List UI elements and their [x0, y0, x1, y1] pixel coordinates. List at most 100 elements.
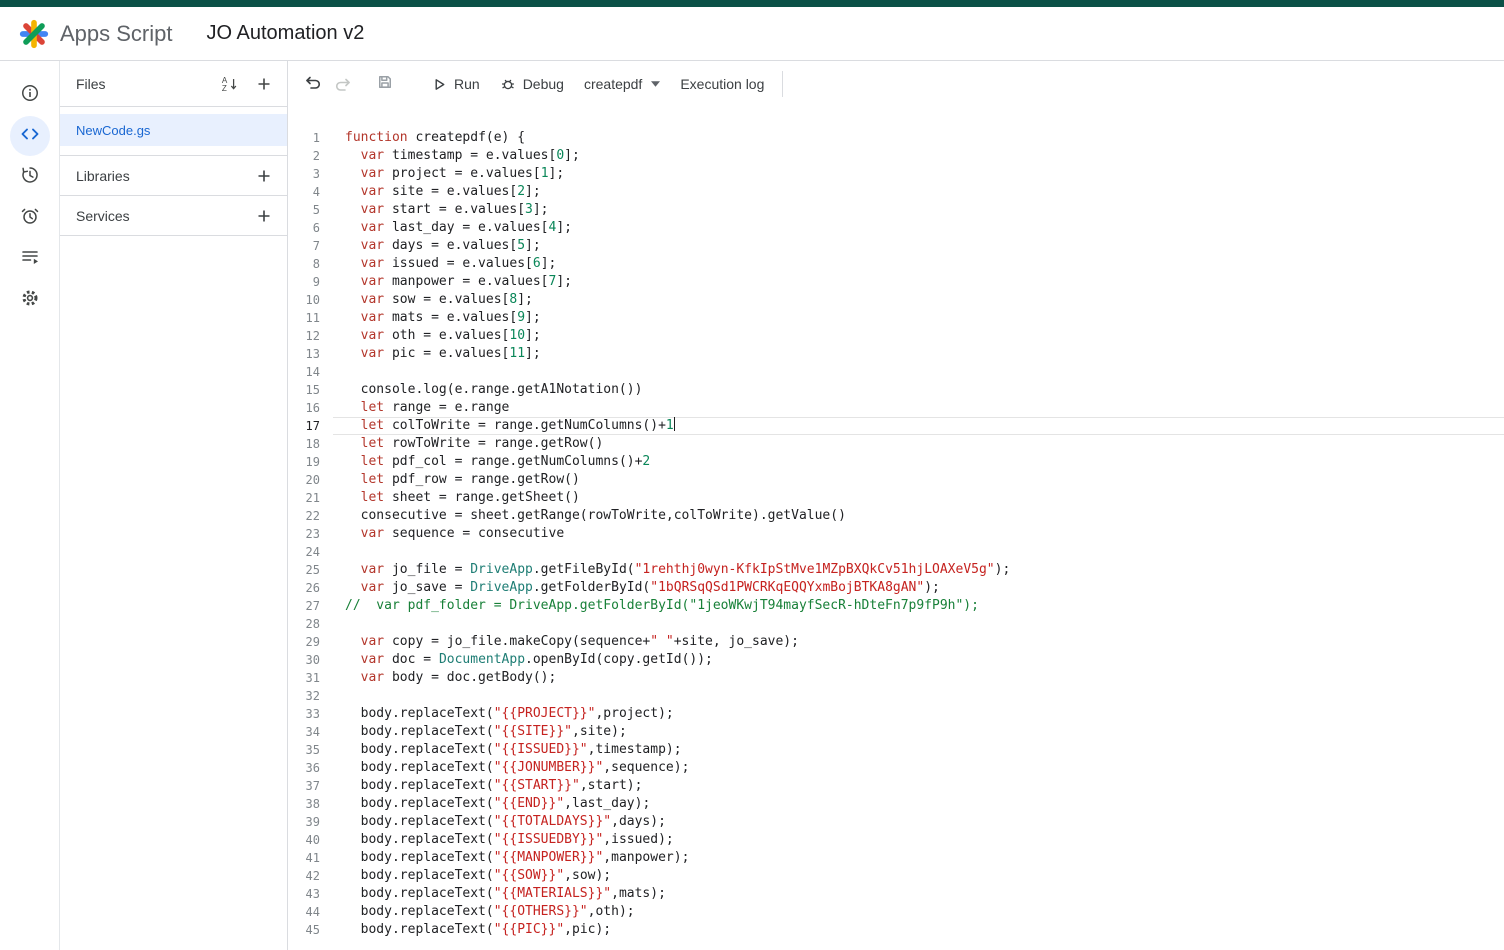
code-line-text[interactable]: body.replaceText("{{ISSUED}}",timestamp)…	[333, 741, 1504, 759]
code-line-text[interactable]: var site = e.values[2];	[333, 183, 1504, 201]
line-number[interactable]: 7	[288, 237, 333, 255]
code-line[interactable]: 28	[288, 615, 1504, 633]
code-line[interactable]: 44 body.replaceText("{{OTHERS}}",oth);	[288, 903, 1504, 921]
add-service-icon[interactable]	[255, 207, 273, 225]
line-number[interactable]: 17	[288, 417, 333, 435]
line-number[interactable]: 39	[288, 813, 333, 831]
line-number[interactable]: 38	[288, 795, 333, 813]
code-line-text[interactable]: body.replaceText("{{END}}",last_day);	[333, 795, 1504, 813]
executions-nav-button[interactable]	[10, 239, 50, 279]
line-number[interactable]: 14	[288, 363, 333, 381]
code-line[interactable]: 11 var mats = e.values[9];	[288, 309, 1504, 327]
code-line-text[interactable]: consecutive = sheet.getRange(rowToWrite,…	[333, 507, 1504, 525]
code-line-text[interactable]: body.replaceText("{{SOW}}",sow);	[333, 867, 1504, 885]
line-number[interactable]: 33	[288, 705, 333, 723]
code-line-text[interactable]: let rowToWrite = range.getRow()	[333, 435, 1504, 453]
code-line-text[interactable]: body.replaceText("{{OTHERS}}",oth);	[333, 903, 1504, 921]
code-line-text[interactable]: var sequence = consecutive	[333, 525, 1504, 543]
line-number[interactable]: 43	[288, 885, 333, 903]
code-line[interactable]: 35 body.replaceText("{{ISSUED}}",timesta…	[288, 741, 1504, 759]
code-line-text[interactable]: let sheet = range.getSheet()	[333, 489, 1504, 507]
code-line-text[interactable]: var mats = e.values[9];	[333, 309, 1504, 327]
code-line[interactable]: 40 body.replaceText("{{ISSUEDBY}}",issue…	[288, 831, 1504, 849]
line-number[interactable]: 12	[288, 327, 333, 345]
code-line-text[interactable]: body.replaceText("{{TOTALDAYS}}",days);	[333, 813, 1504, 831]
line-number[interactable]: 1	[288, 129, 333, 147]
line-number[interactable]: 22	[288, 507, 333, 525]
code-line-text[interactable]	[333, 687, 1504, 705]
code-line[interactable]: 34 body.replaceText("{{SITE}}",site);	[288, 723, 1504, 741]
line-number[interactable]: 10	[288, 291, 333, 309]
run-button[interactable]: Run	[422, 70, 490, 98]
code-line[interactable]: 43 body.replaceText("{{MATERIALS}}",mats…	[288, 885, 1504, 903]
code-line[interactable]: 29 var copy = jo_file.makeCopy(sequence+…	[288, 633, 1504, 651]
code-line-text[interactable]: var pic = e.values[11];	[333, 345, 1504, 363]
add-file-icon[interactable]	[255, 75, 273, 93]
undo-button[interactable]	[298, 69, 328, 99]
add-library-icon[interactable]	[255, 167, 273, 185]
code-line[interactable]: 21 let sheet = range.getSheet()	[288, 489, 1504, 507]
project-history-nav-button[interactable]	[10, 157, 50, 197]
editor-nav-button[interactable]	[9, 116, 50, 156]
code-line-text[interactable]: var sow = e.values[8];	[333, 291, 1504, 309]
code-line-text[interactable]: console.log(e.range.getA1Notation())	[333, 381, 1504, 399]
code-line[interactable]: 10 var sow = e.values[8];	[288, 291, 1504, 309]
redo-button[interactable]	[328, 69, 358, 99]
line-number[interactable]: 29	[288, 633, 333, 651]
code-line-text[interactable]: body.replaceText("{{MATERIALS}}",mats);	[333, 885, 1504, 903]
code-line[interactable]: 18 let rowToWrite = range.getRow()	[288, 435, 1504, 453]
code-editor[interactable]: 1 function createpdf(e) {2 var timestamp …	[288, 107, 1504, 950]
line-number[interactable]: 20	[288, 471, 333, 489]
code-line[interactable]: 7 var days = e.values[5];	[288, 237, 1504, 255]
product-name[interactable]: Apps Script	[60, 21, 173, 47]
line-number[interactable]: 30	[288, 651, 333, 669]
code-line-text[interactable]: var jo_save = DriveApp.getFolderById("1b…	[333, 579, 1504, 597]
line-number[interactable]: 2	[288, 147, 333, 165]
code-line-text[interactable]: var issued = e.values[6];	[333, 255, 1504, 273]
code-line[interactable]: 38 body.replaceText("{{END}}",last_day);	[288, 795, 1504, 813]
code-line[interactable]: 4 var site = e.values[2];	[288, 183, 1504, 201]
code-line[interactable]: 3 var project = e.values[1];	[288, 165, 1504, 183]
code-line[interactable]: 14	[288, 363, 1504, 381]
code-line[interactable]: 31 var body = doc.getBody();	[288, 669, 1504, 687]
code-line[interactable]: 5 var start = e.values[3];	[288, 201, 1504, 219]
code-line[interactable]: 22 consecutive = sheet.getRange(rowToWri…	[288, 507, 1504, 525]
code-line-text[interactable]	[333, 363, 1504, 381]
code-line-text[interactable]	[333, 543, 1504, 561]
line-number[interactable]: 27	[288, 597, 333, 615]
overview-nav-button[interactable]	[10, 75, 50, 115]
code-line-text[interactable]: body.replaceText("{{PIC}}",pic);	[333, 921, 1504, 939]
code-line-text[interactable]: let pdf_row = range.getRow()	[333, 471, 1504, 489]
code-line-text[interactable]: var project = e.values[1];	[333, 165, 1504, 183]
code-line[interactable]: 13 var pic = e.values[11];	[288, 345, 1504, 363]
code-line[interactable]: 37 body.replaceText("{{START}}",start);	[288, 777, 1504, 795]
code-line-text[interactable]: var doc = DocumentApp.openById(copy.getI…	[333, 651, 1504, 669]
line-number[interactable]: 21	[288, 489, 333, 507]
code-line-text[interactable]: var last_day = e.values[4];	[333, 219, 1504, 237]
execution-log-button[interactable]: Execution log	[670, 70, 774, 98]
code-line[interactable]: 9 var manpower = e.values[7];	[288, 273, 1504, 291]
code-line[interactable]: 6 var last_day = e.values[4];	[288, 219, 1504, 237]
line-number[interactable]: 26	[288, 579, 333, 597]
line-number[interactable]: 42	[288, 867, 333, 885]
apps-script-logo-icon[interactable]	[18, 19, 50, 49]
code-line[interactable]: 41 body.replaceText("{{MANPOWER}}",manpo…	[288, 849, 1504, 867]
line-number[interactable]: 6	[288, 219, 333, 237]
line-number[interactable]: 24	[288, 543, 333, 561]
code-line-text[interactable]: body.replaceText("{{PROJECT}}",project);	[333, 705, 1504, 723]
project-title[interactable]: JO Automation v2	[207, 22, 365, 45]
line-number[interactable]: 16	[288, 399, 333, 417]
settings-nav-button[interactable]	[10, 280, 50, 320]
code-line[interactable]: 1 function createpdf(e) {	[288, 129, 1504, 147]
line-number[interactable]: 34	[288, 723, 333, 741]
code-line-text[interactable]: body.replaceText("{{JONUMBER}}",sequence…	[333, 759, 1504, 777]
code-line-text[interactable]: var jo_file = DriveApp.getFileById("1reh…	[333, 561, 1504, 579]
code-line[interactable]: 15 console.log(e.range.getA1Notation())	[288, 381, 1504, 399]
code-line-text[interactable]: var body = doc.getBody();	[333, 669, 1504, 687]
code-line-text[interactable]: var days = e.values[5];	[333, 237, 1504, 255]
code-line-text[interactable]: var timestamp = e.values[0];	[333, 147, 1504, 165]
code-line[interactable]: 23 var sequence = consecutive	[288, 525, 1504, 543]
code-line[interactable]: 27// var pdf_folder = DriveApp.getFolder…	[288, 597, 1504, 615]
code-line-text[interactable]: body.replaceText("{{SITE}}",site);	[333, 723, 1504, 741]
code-line[interactable]: 19 let pdf_col = range.getNumColumns()+2	[288, 453, 1504, 471]
